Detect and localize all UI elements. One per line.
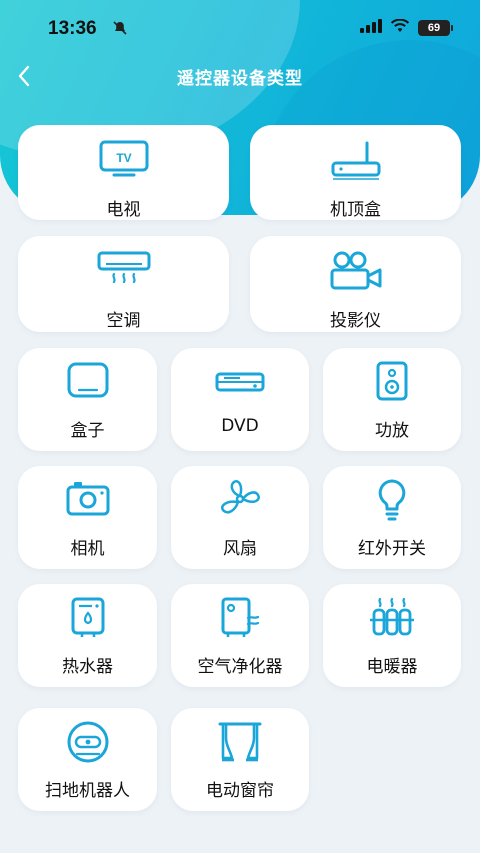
curtain-icon (217, 720, 263, 768)
device-label: DVD (221, 416, 259, 436)
device-label: 电暖器 (366, 657, 418, 677)
device-card-air-purifier[interactable]: 空气净化器 (171, 584, 309, 687)
device-label: 空气净化器 (197, 657, 283, 677)
device-card-camera[interactable]: 相机 (18, 466, 157, 569)
device-label: 机顶盒 (330, 200, 381, 220)
device-card-tv[interactable]: TV 电视 (18, 125, 229, 220)
page-title: 遥控器设备类型 (177, 69, 303, 89)
battery-indicator: 69 (418, 19, 453, 36)
wifi-icon (390, 18, 410, 37)
heater-icon (368, 596, 416, 642)
water-heater-icon (68, 596, 108, 642)
bulb-icon (375, 478, 409, 526)
set-top-box-icon (329, 139, 383, 185)
device-label: 投影仪 (330, 311, 381, 331)
device-label: 相机 (70, 539, 105, 559)
device-card-ir-switch[interactable]: 红外开关 (323, 466, 461, 569)
air-purifier-icon (218, 596, 262, 642)
status-bar: 13:36 69 (0, 0, 480, 56)
device-label: 功放 (375, 421, 409, 441)
device-card-water-heater[interactable]: 热水器 (18, 584, 157, 687)
device-card-fan[interactable]: 风扇 (171, 466, 309, 569)
device-card-dvd[interactable]: DVD (171, 348, 309, 451)
device-label: 热水器 (62, 657, 113, 677)
device-card-robot-vacuum[interactable]: 扫地机器人 (18, 708, 157, 811)
device-card-heater[interactable]: 电暖器 (323, 584, 461, 687)
device-card-box[interactable]: 盒子 (18, 348, 157, 451)
navigation-bar: 遥控器设备类型 (0, 56, 480, 96)
device-label: 红外开关 (358, 539, 426, 559)
device-label: 盒子 (70, 421, 105, 441)
device-label: 风扇 (223, 539, 257, 559)
svg-text:TV: TV (116, 151, 131, 165)
device-label: 电动窗帘 (206, 781, 274, 801)
cellular-signal-icon (360, 18, 382, 37)
device-card-amplifier[interactable]: 功放 (323, 348, 461, 451)
device-card-air-conditioner[interactable]: 空调 (18, 236, 229, 332)
device-card-curtain[interactable]: 电动窗帘 (171, 708, 309, 811)
projector-icon (328, 250, 384, 296)
device-label: 扫地机器人 (45, 781, 130, 801)
air-conditioner-icon (96, 250, 152, 294)
bell-muted-icon (112, 20, 128, 40)
device-label: 电视 (106, 200, 141, 220)
camera-icon (65, 478, 111, 522)
box-icon (65, 360, 111, 404)
status-time: 13:36 (48, 18, 97, 39)
fan-icon (217, 478, 263, 524)
device-card-set-top-box[interactable]: 机顶盒 (250, 125, 461, 220)
device-label: 空调 (106, 311, 141, 331)
device-card-projector[interactable]: 投影仪 (250, 236, 461, 332)
tv-icon: TV (98, 139, 150, 183)
status-indicators: 69 (360, 18, 453, 37)
dvd-icon (214, 360, 266, 404)
robot-vacuum-icon (65, 720, 111, 768)
speaker-icon (374, 360, 410, 406)
